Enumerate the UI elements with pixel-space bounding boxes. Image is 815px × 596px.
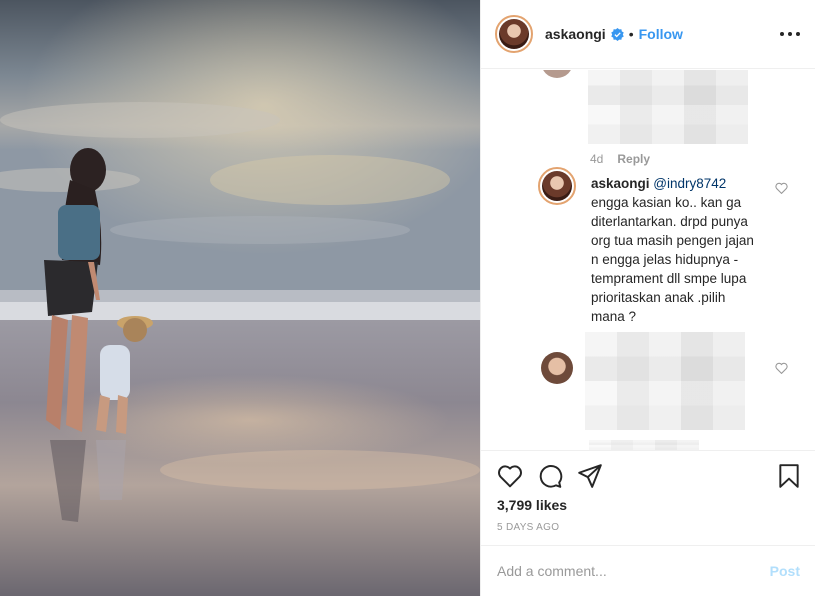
author-username[interactable]: askaongi — [545, 26, 606, 42]
like-comment-heart-icon[interactable] — [775, 362, 788, 374]
post-comment-button[interactable]: Post — [770, 563, 800, 579]
blurred-comment-text — [585, 332, 745, 430]
post-header: askaongi • Follow — [481, 0, 815, 69]
post-side-panel: askaongi • Follow 4d Reply askaongi @indr… — [480, 0, 815, 596]
post-date: 5 DAYS AGO — [497, 522, 560, 533]
beach-photo-image — [0, 0, 480, 596]
mention-link[interactable]: @indry8742 — [653, 176, 726, 191]
verified-badge-icon — [610, 27, 624, 41]
author-avatar[interactable] — [495, 15, 533, 53]
post-photo[interactable] — [0, 0, 480, 596]
blurred-comment-text — [588, 70, 748, 144]
previous-commenter-avatar[interactable] — [541, 70, 573, 78]
comment-bubble-icon[interactable] — [537, 463, 563, 489]
add-comment-input[interactable]: Add a comment... — [497, 563, 607, 579]
like-comment-heart-icon[interactable] — [775, 182, 788, 194]
likes-count[interactable]: 3,799 likes — [497, 497, 567, 513]
comments-list[interactable]: 4d Reply askaongi @indry8742 engga kasian… — [481, 70, 815, 450]
comment-meta: 4d Reply — [590, 152, 650, 166]
commenter-avatar[interactable] — [541, 352, 573, 384]
save-bookmark-icon[interactable] — [776, 463, 802, 489]
follow-button[interactable]: Follow — [639, 26, 683, 42]
reply-button[interactable]: Reply — [617, 152, 650, 166]
like-heart-icon[interactable] — [497, 463, 523, 489]
more-options-icon[interactable] — [780, 24, 800, 44]
reply-author-avatar[interactable] — [538, 167, 576, 205]
comment-time: 4d — [590, 152, 604, 166]
reply-comment: askaongi @indry8742 engga kasian ko.. ka… — [591, 174, 761, 326]
share-send-icon[interactable] — [577, 463, 603, 489]
reply-author-username[interactable]: askaongi — [591, 176, 650, 191]
add-comment-bar: Add a comment... Post — [481, 545, 815, 596]
post-actions: 3,799 likes 5 DAYS AGO — [481, 450, 815, 545]
reply-comment-text: engga kasian ko.. kan ga diterlantarkan.… — [591, 195, 754, 324]
blurred-comment-meta — [589, 440, 699, 450]
header-separator: • — [628, 26, 634, 42]
